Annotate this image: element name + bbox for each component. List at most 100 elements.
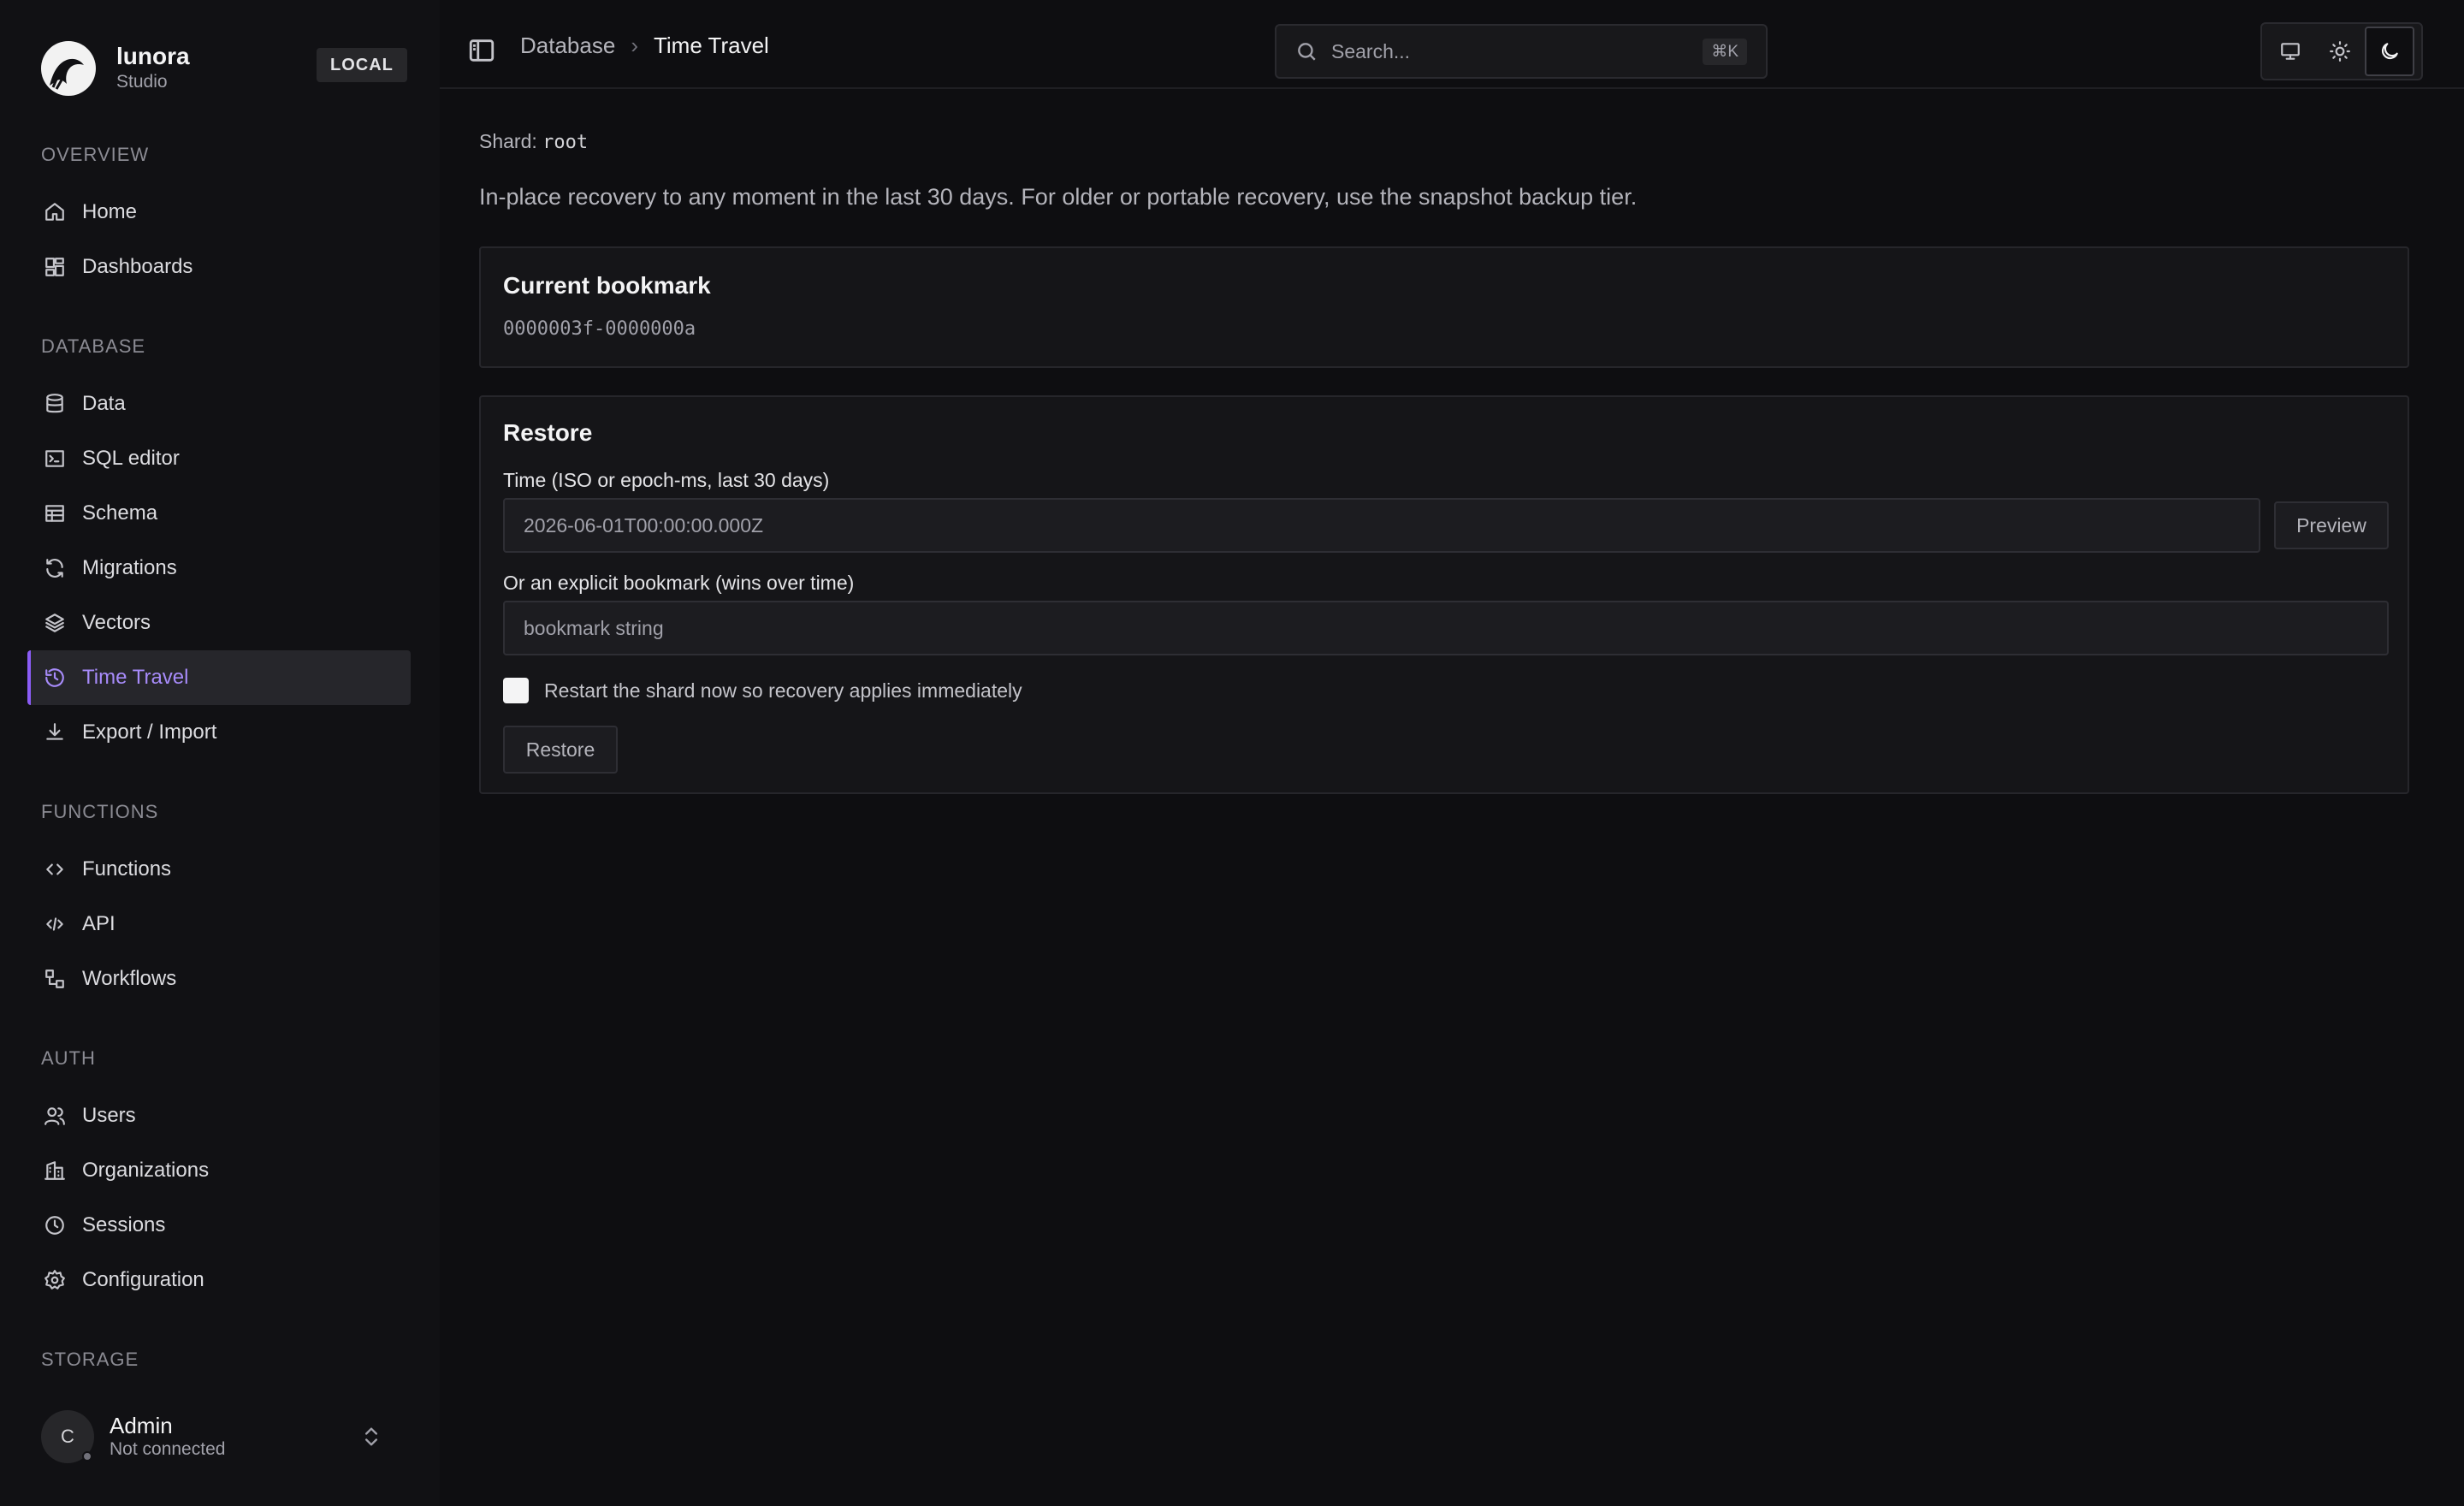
sidebar-item-migrations[interactable]: Migrations bbox=[27, 541, 411, 596]
sidebar-item-label: Time Travel bbox=[82, 666, 189, 689]
brand-name: lunora bbox=[116, 43, 190, 69]
shard-line: Shard: root bbox=[479, 130, 2416, 153]
theme-system-button[interactable] bbox=[2266, 27, 2315, 76]
sidebar-item-data[interactable]: Data bbox=[27, 376, 411, 431]
sidebar-item-sql-editor[interactable]: SQL editor bbox=[27, 431, 411, 486]
sidebar-item-home[interactable]: Home bbox=[27, 185, 411, 240]
sidebar-item-api[interactable]: API bbox=[27, 897, 411, 952]
theme-dark-button[interactable] bbox=[2365, 27, 2414, 76]
sidebar-item-label: Organizations bbox=[82, 1159, 210, 1182]
sidebar-item-sessions[interactable]: Sessions bbox=[27, 1198, 411, 1253]
search-icon bbox=[1298, 43, 1316, 61]
search-shortcut: ⌘K bbox=[1703, 38, 1747, 65]
code-xml-icon bbox=[43, 912, 67, 936]
environment-badge: LOCAL bbox=[317, 48, 407, 82]
section-title-functions: FUNCTIONS bbox=[41, 801, 159, 822]
section-title-overview: OVERVIEW bbox=[41, 144, 150, 165]
time-input-value: 2026-06-01T00:00:00.000Z bbox=[524, 513, 764, 537]
sidebar-item-label: Vectors bbox=[82, 611, 151, 634]
restart-checkbox-label[interactable]: Restart the shard now so recovery applie… bbox=[544, 679, 1022, 703]
section-title-storage: STORAGE bbox=[41, 1349, 139, 1370]
card-title: Restore bbox=[503, 419, 593, 446]
avatar-initial: C bbox=[61, 1426, 74, 1447]
sidebar-item-organizations[interactable]: Organizations bbox=[27, 1143, 411, 1198]
download-icon bbox=[43, 720, 67, 744]
time-input[interactable]: 2026-06-01T00:00:00.000Z bbox=[503, 498, 2260, 553]
sidebar-item-functions[interactable]: Functions bbox=[27, 842, 411, 897]
sidebar: lunora Studio LOCAL OVERVIEW Home Dashbo… bbox=[0, 0, 440, 1506]
monitor-icon bbox=[2281, 43, 2300, 60]
connection-status-dot bbox=[82, 1451, 92, 1462]
bookmark-label: Or an explicit bookmark (wins over time) bbox=[503, 572, 855, 594]
section-title-database: DATABASE bbox=[41, 335, 146, 357]
page-description: In-place recovery to any moment in the l… bbox=[479, 184, 1638, 210]
time-travel-page: Shard: root In-place recovery to any mom… bbox=[479, 111, 2416, 794]
code-icon bbox=[43, 857, 67, 881]
shard-value: root bbox=[542, 132, 589, 153]
restore-card: Restore Time (ISO or epoch-ms, last 30 d… bbox=[479, 395, 2409, 794]
sidebar-item-label: Functions bbox=[82, 857, 172, 880]
terminal-icon bbox=[43, 447, 67, 471]
preview-button[interactable]: Preview bbox=[2274, 501, 2389, 549]
breadcrumb: Database › Time Travel bbox=[520, 33, 769, 59]
sidebar-item-label: Home bbox=[82, 200, 138, 223]
history-icon bbox=[43, 666, 67, 690]
moon-icon bbox=[2381, 43, 2398, 60]
main-content: Database › Time Travel Search... ⌘K Shar… bbox=[440, 0, 2464, 1506]
bookmark-input[interactable]: bookmark string bbox=[503, 601, 2389, 655]
restart-checkbox[interactable] bbox=[503, 678, 529, 703]
sidebar-item-vectors[interactable]: Vectors bbox=[27, 596, 411, 650]
clock-icon bbox=[43, 1213, 67, 1237]
building-icon bbox=[43, 1159, 67, 1183]
sidebar-item-label: Configuration bbox=[82, 1268, 204, 1291]
layers-icon bbox=[43, 611, 67, 635]
sidebar-item-label: Migrations bbox=[82, 556, 177, 579]
sidebar-item-label: Workflows bbox=[82, 967, 177, 990]
current-bookmark-value: 0000003f-0000000a bbox=[503, 318, 696, 340]
topbar: Database › Time Travel Search... ⌘K bbox=[440, 0, 2464, 89]
restore-button[interactable]: Restore bbox=[503, 726, 618, 774]
workflow-icon bbox=[43, 967, 67, 991]
user-name: Admin bbox=[110, 1413, 173, 1438]
chevron-right-icon: › bbox=[631, 33, 638, 58]
sidebar-item-label: Schema bbox=[82, 501, 158, 525]
sidebar-item-label: Users bbox=[82, 1104, 136, 1127]
users-icon bbox=[43, 1104, 67, 1128]
home-icon bbox=[43, 200, 67, 224]
sidebar-item-time-travel[interactable]: Time Travel bbox=[27, 650, 411, 705]
card-title: Current bookmark bbox=[503, 272, 711, 299]
sidebar-item-configuration[interactable]: Configuration bbox=[27, 1253, 411, 1307]
avatar: C bbox=[41, 1410, 94, 1463]
sidebar-item-label: Dashboards bbox=[82, 255, 193, 278]
theme-switcher bbox=[2260, 22, 2423, 80]
sidebar-item-schema[interactable]: Schema bbox=[27, 486, 411, 541]
restart-option: Restart the shard now so recovery applie… bbox=[503, 678, 1022, 703]
bookmark-input-placeholder: bookmark string bbox=[524, 616, 664, 639]
sidebar-item-label: Data bbox=[82, 392, 126, 415]
chevrons-up-down-icon bbox=[365, 1427, 377, 1446]
gear-icon bbox=[43, 1268, 67, 1292]
search-input[interactable]: Search... ⌘K bbox=[1275, 24, 1768, 79]
brand-subtitle: Studio bbox=[116, 72, 168, 92]
sidebar-item-users[interactable]: Users bbox=[27, 1088, 411, 1143]
sidebar-item-label: API bbox=[82, 912, 116, 935]
sidebar-item-export-import[interactable]: Export / Import bbox=[27, 705, 411, 760]
time-label: Time (ISO or epoch-ms, last 30 days) bbox=[503, 469, 830, 491]
sidebar-toggle-icon[interactable] bbox=[467, 36, 496, 65]
user-menu[interactable]: C Admin Not connected bbox=[41, 1408, 400, 1465]
breadcrumb-current: Time Travel bbox=[653, 33, 769, 58]
breadcrumb-database[interactable]: Database bbox=[520, 33, 615, 59]
dashboard-icon bbox=[43, 255, 67, 279]
user-status: Not connected bbox=[110, 1439, 226, 1459]
sidebar-item-workflows[interactable]: Workflows bbox=[27, 952, 411, 1006]
sidebar-item-label: SQL editor bbox=[82, 447, 180, 470]
sun-icon bbox=[2330, 41, 2350, 62]
sidebar-item-label: Sessions bbox=[82, 1213, 166, 1236]
database-icon bbox=[43, 392, 67, 416]
search-placeholder: Search... bbox=[1331, 39, 1411, 62]
sidebar-item-dashboards[interactable]: Dashboards bbox=[27, 240, 411, 294]
theme-light-button[interactable] bbox=[2315, 27, 2365, 76]
current-bookmark-card: Current bookmark 0000003f-0000000a bbox=[479, 246, 2409, 368]
sidebar-item-label: Export / Import bbox=[82, 720, 217, 744]
lunora-logo-icon bbox=[41, 41, 96, 96]
